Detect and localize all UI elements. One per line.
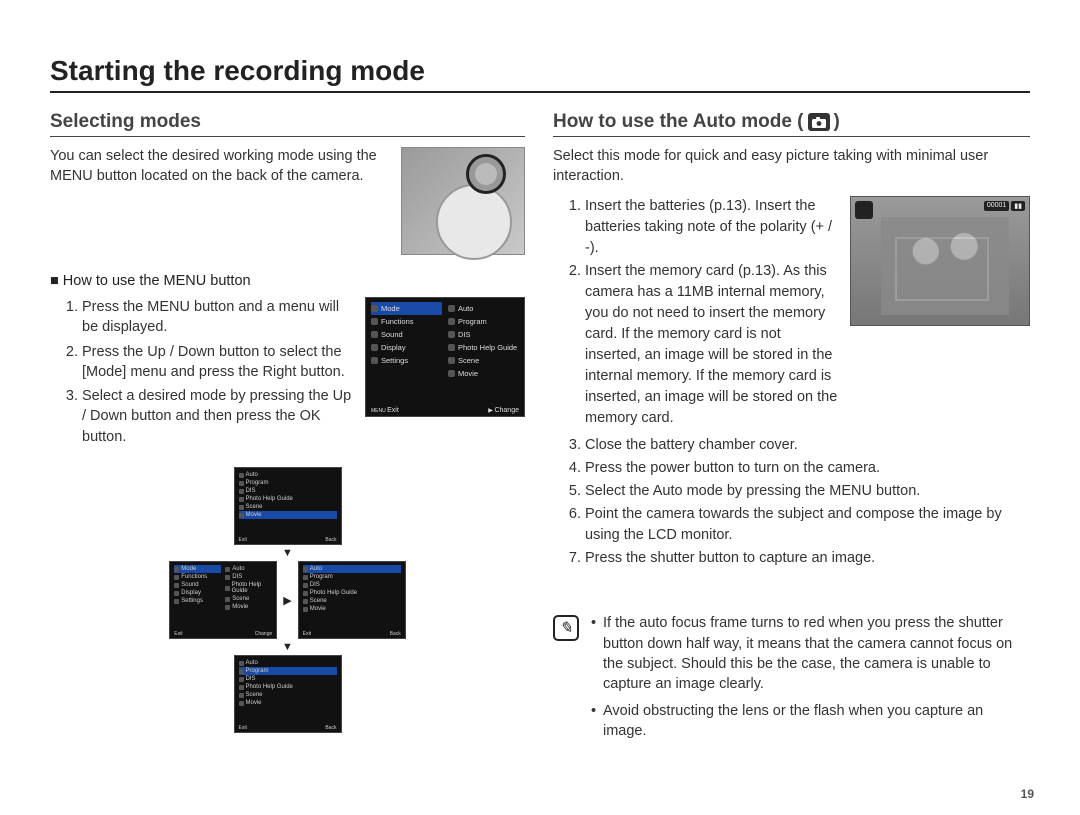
menu-screenshot-flow-2: Mode Functions Sound Display Settings Au… <box>169 561 277 639</box>
page-title: Starting the recording mode <box>50 55 1030 93</box>
camera-auto-icon <box>808 113 830 131</box>
note-item: Avoid obstructing the lens or the flash … <box>591 701 1030 742</box>
step: Select a desired mode by pressing the Up… <box>82 386 355 447</box>
menu-screenshot-main: Mode Functions Sound Display Settings Au… <box>365 297 525 417</box>
arrow-down-icon: ▼ <box>282 641 293 653</box>
intro-selecting-modes: You can select the desired working mode … <box>50 147 389 245</box>
column-left: Selecting modes You can select the desir… <box>50 111 525 747</box>
section-heading-selecting-modes: Selecting modes <box>50 111 525 137</box>
camera-back-illustration <box>401 147 525 255</box>
sample-photo-illustration: 00001 ▮▮ <box>850 196 1030 326</box>
column-right: How to use the Auto mode ( ) Select this… <box>553 111 1030 747</box>
note-box: ✎ If the auto focus frame turns to red w… <box>553 613 1030 747</box>
menu-screenshot-flow-3: Auto Program DIS Photo Help Guide Scene … <box>298 561 406 639</box>
step: Press the power button to turn on the ca… <box>585 458 1030 479</box>
note-item: If the auto focus frame turns to red whe… <box>591 613 1030 694</box>
note-list: If the auto focus frame turns to red whe… <box>591 613 1030 747</box>
steps-menu-button: Press the MENU button and a menu will be… <box>50 297 355 451</box>
step: Insert the batteries (p.13). Insert the … <box>585 196 838 259</box>
page-number: 19 <box>1021 787 1034 801</box>
menu-screenshot-flow-4: Auto Program DIS Photo Help Guide Scene … <box>234 655 342 733</box>
note-icon: ✎ <box>553 615 579 641</box>
osd-battery-icon: ▮▮ <box>1011 201 1025 211</box>
subhead-menu-button: How to use the MENU button <box>50 273 525 289</box>
step: Point the camera towards the subject and… <box>585 504 1030 546</box>
arrow-down-icon: ▼ <box>282 547 293 559</box>
step: Insert the memory card (p.13). As this c… <box>585 261 838 429</box>
menu-flow-diagram: Auto Program DIS Photo Help Guide Scene … <box>50 467 525 733</box>
step: Press the Up / Down button to select the… <box>82 342 355 383</box>
osd-counter: 00001 <box>984 201 1009 211</box>
step: Close the battery chamber cover. <box>585 435 1030 456</box>
step: Select the Auto mode by pressing the MEN… <box>585 481 1030 502</box>
step: Press the shutter button to capture an i… <box>585 548 1030 569</box>
step: Press the MENU button and a menu will be… <box>82 297 355 338</box>
arrow-right-icon: ▶ <box>283 594 291 607</box>
steps-auto-mode-rest: Close the battery chamber cover. Press t… <box>553 435 1030 569</box>
camera-auto-icon <box>855 201 873 219</box>
section-heading-auto-mode: How to use the Auto mode ( ) <box>553 111 1030 137</box>
intro-auto-mode: Select this mode for quick and easy pict… <box>553 147 1030 186</box>
steps-auto-mode-top: Insert the batteries (p.13). Insert the … <box>553 196 838 431</box>
menu-screenshot-flow-1: Auto Program DIS Photo Help Guide Scene … <box>234 467 342 545</box>
